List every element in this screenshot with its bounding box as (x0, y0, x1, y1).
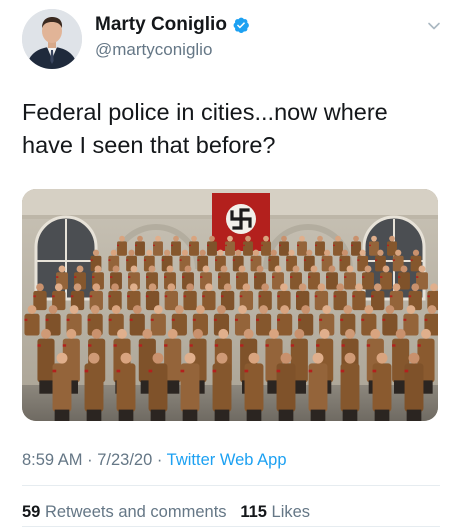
avatar[interactable] (22, 9, 82, 69)
tweet-card: Marty Coniglio @martyconiglio Federal po… (0, 0, 460, 527)
group-photo-image (22, 189, 438, 421)
author-handle[interactable]: @martyconiglio (95, 40, 250, 60)
verified-badge-icon (232, 16, 250, 34)
chevron-down-icon[interactable] (426, 18, 442, 34)
name-row: Marty Coniglio (95, 14, 250, 36)
display-name[interactable]: Marty Coniglio (95, 14, 227, 36)
meta-separator: · (152, 451, 167, 469)
retweets-label: Retweets and comments (44, 503, 227, 521)
likes-count: 115 (240, 503, 267, 521)
tweet-timestamp: 8:59 AM · 7/23/20 · Twitter Web App (22, 450, 287, 470)
likes-stat[interactable]: 115 Likes (240, 503, 310, 521)
avatar-image (22, 9, 82, 69)
tweet-photo[interactable] (22, 189, 438, 421)
meta-separator: · (82, 451, 98, 469)
tweet-stats: 59 Retweets and comments 115 Likes (22, 502, 310, 522)
tweet-date[interactable]: 7/23/20 (97, 451, 152, 469)
author-block: Marty Coniglio @martyconiglio (95, 14, 250, 60)
tweet-source-link[interactable]: Twitter Web App (167, 451, 287, 469)
retweets-stat[interactable]: 59 Retweets and comments (22, 503, 227, 521)
divider (22, 485, 440, 486)
tweet-text: Federal police in cities...now where hav… (22, 99, 388, 158)
retweets-count: 59 (22, 503, 41, 521)
likes-label: Likes (271, 503, 311, 521)
tweet-time[interactable]: 8:59 AM (22, 451, 83, 469)
